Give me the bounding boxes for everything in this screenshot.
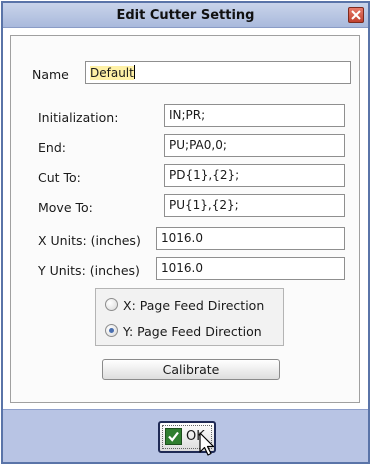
name-label: Name [32,67,69,82]
end-field[interactable]: PU;PA0,0; [164,134,345,157]
cut-to-field[interactable]: PD{1},{2}; [164,164,345,187]
radio-x-label: X: Page Feed Direction [123,298,265,313]
dialog-title: Edit Cutter Setting [116,8,255,23]
move-to-label: Move To: [38,200,93,215]
text-caret [133,65,135,79]
mouse-cursor-icon [199,432,215,456]
y-units-field[interactable]: 1016.0 [156,257,345,280]
close-icon [351,10,361,20]
y-units-label: Y Units: (inches) [38,263,140,278]
x-units-label: X Units: (inches) [38,233,141,248]
radio-unchecked-icon [105,298,118,311]
settings-panel: Name Default Initialization: IN;PR; End:… [10,35,360,403]
page-feed-group: X: Page Feed Direction Y: Page Feed Dire… [95,288,284,346]
check-icon [165,428,182,445]
x-units-field[interactable]: 1016.0 [156,227,345,250]
move-to-field[interactable]: PU{1},{2}; [164,194,345,217]
radio-x-page-feed[interactable]: X: Page Feed Direction [105,296,277,314]
initialization-label: Initialization: [38,110,119,125]
close-button[interactable] [348,7,364,23]
radio-checked-icon [105,324,118,337]
radio-y-page-feed[interactable]: Y: Page Feed Direction [105,322,277,340]
end-label: End: [38,140,66,155]
name-field[interactable]: Default [85,61,351,84]
calibrate-button[interactable]: Calibrate [102,359,280,380]
radio-y-label: Y: Page Feed Direction [123,324,262,339]
title-bar[interactable]: Edit Cutter Setting [3,3,368,28]
cut-to-label: Cut To: [38,170,81,185]
edit-cutter-dialog: Edit Cutter Setting Name Default Initial… [1,1,370,464]
name-value: Default [90,66,134,80]
initialization-field[interactable]: IN;PR; [164,104,345,127]
dialog-footer: OK [3,409,368,462]
